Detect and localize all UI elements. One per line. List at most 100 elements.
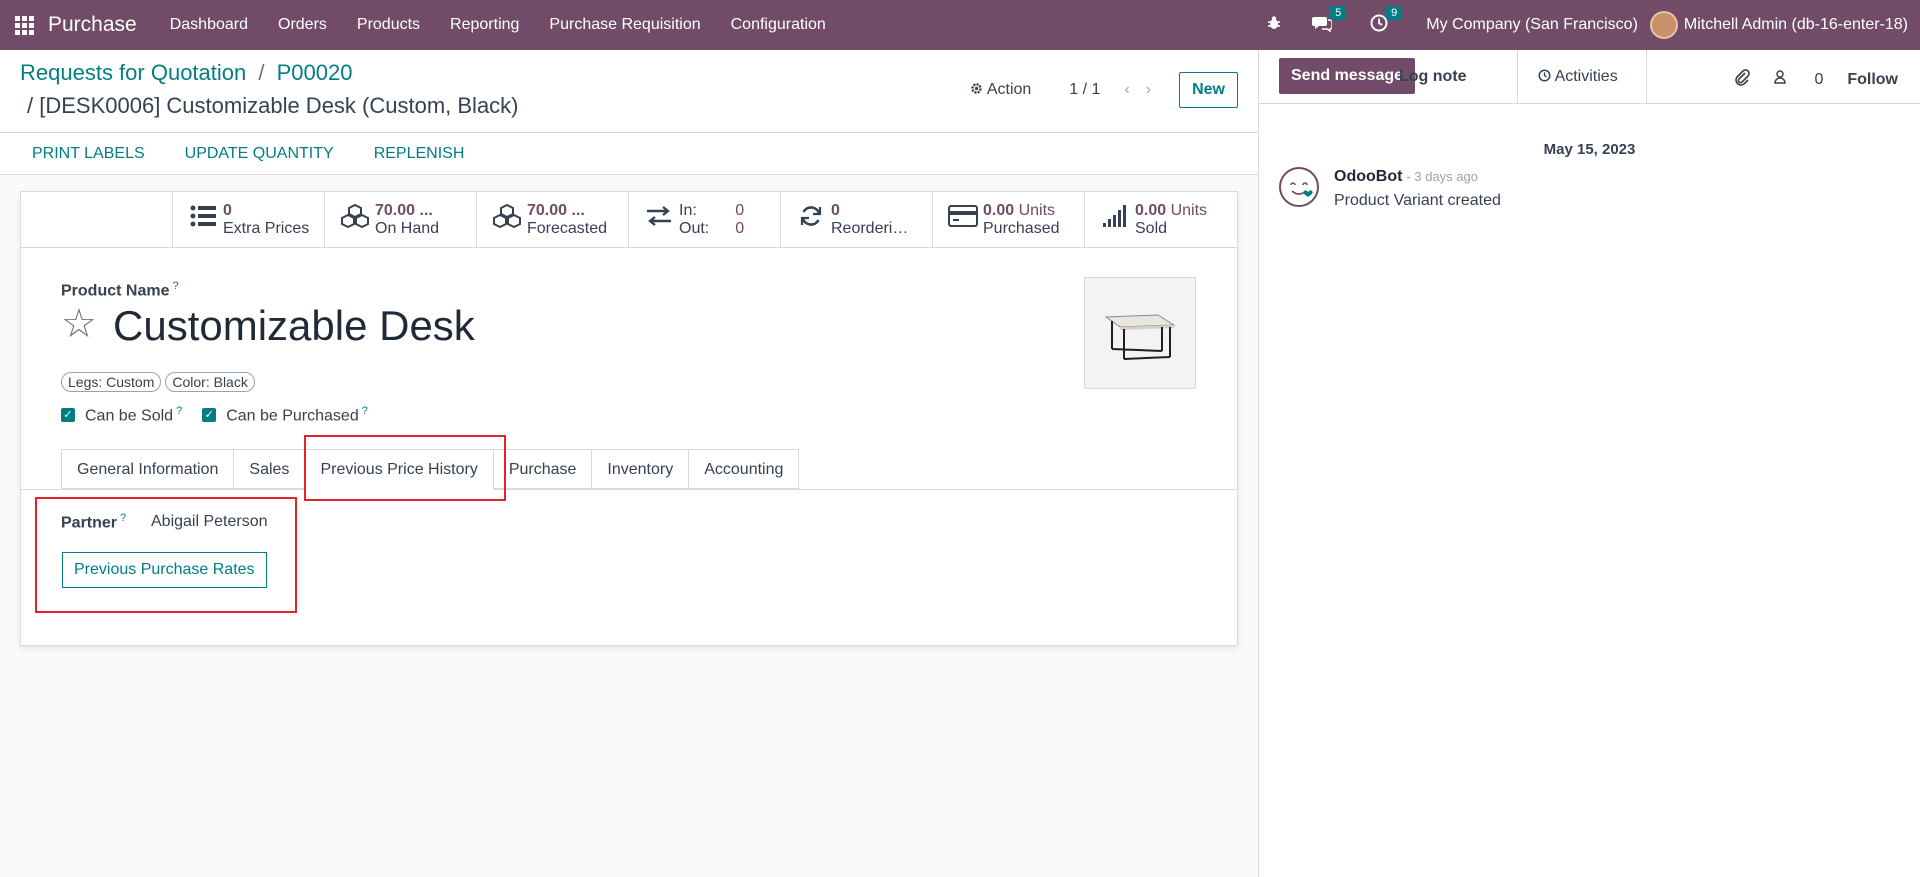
tab-inventory[interactable]: Inventory: [591, 449, 689, 489]
apps-menu-icon[interactable]: [0, 0, 48, 50]
menu-reporting[interactable]: Reporting: [435, 0, 534, 50]
menu-orders[interactable]: Orders: [263, 0, 342, 50]
tab-accounting[interactable]: Accounting: [688, 449, 800, 489]
refresh-icon: [795, 204, 827, 235]
send-message-button[interactable]: Send message: [1279, 58, 1416, 94]
can-be-sold-label: Can be Sold?: [85, 405, 183, 425]
debug-bug-icon[interactable]: [1266, 15, 1282, 36]
pager-previous-icon[interactable]: ‹: [1124, 81, 1129, 99]
breadcrumb-current: / [DESK0006] Customizable Desk (Custom, …: [27, 93, 519, 118]
messages-badge: 5: [1330, 5, 1347, 20]
sold-smart-button[interactable]: 0.00 Units Sold: [1085, 192, 1237, 247]
menu-purchase-requisition[interactable]: Purchase Requisition: [534, 0, 715, 50]
follow-button[interactable]: Follow: [1847, 71, 1898, 89]
highlight-tab-box: [304, 435, 506, 501]
user-name: Mitchell Admin (db-16-enter-18): [1683, 16, 1908, 33]
log-note-button[interactable]: Log note: [1399, 68, 1467, 86]
clock-icon: [1538, 69, 1551, 82]
breadcrumb: Requests for Quotation / P00020: [20, 60, 352, 86]
purchased-label: Purchased: [983, 219, 1060, 237]
sold-unit: Units: [1170, 201, 1208, 219]
can-be-purchased-checkbox[interactable]: ✓: [202, 408, 217, 423]
chatter-panel: Send message Log note Activities 0 Follo…: [1258, 50, 1920, 877]
menu-configuration[interactable]: Configuration: [716, 0, 841, 50]
out-label: Out:: [679, 219, 710, 237]
signal-icon: [1099, 205, 1131, 234]
out-value: 0: [735, 219, 745, 237]
print-labels-button[interactable]: PRINT LABELS: [32, 145, 145, 163]
cubes-icon: [339, 203, 371, 235]
activities-clock-icon[interactable]: 9: [1370, 5, 1403, 37]
extra-prices-label: Extra Prices: [223, 219, 310, 237]
tag-legs: Legs: Custom: [61, 372, 162, 392]
product-image[interactable]: [1084, 277, 1196, 389]
breadcrumb-order[interactable]: P00020: [277, 60, 353, 85]
activities-button[interactable]: Activities: [1517, 50, 1647, 104]
product-name-field[interactable]: Customizable Desk: [113, 302, 475, 350]
sold-label: Sold: [1135, 219, 1168, 237]
breadcrumb-separator: /: [258, 60, 265, 85]
smart-buttons: 0 Extra Prices 70.00 ... On Hand 70.00 ...…: [21, 192, 1237, 248]
sold-value: 0.00: [1135, 201, 1167, 219]
followers-count: 0: [1814, 71, 1824, 88]
action-label: Action: [986, 81, 1032, 98]
highlight-partner-box: [35, 497, 297, 613]
action-menu-button[interactable]: Action: [970, 81, 1031, 99]
on-hand-label: On Hand: [375, 219, 440, 237]
can-be-purchased-label: Can be Purchased?: [226, 405, 368, 425]
message-body: Product Variant created: [1334, 192, 1501, 209]
tab-sales[interactable]: Sales: [233, 449, 305, 489]
exchange-icon: [643, 205, 675, 234]
tab-general-information[interactable]: General Information: [61, 449, 234, 489]
message-author[interactable]: OdooBot - 3 days ago: [1334, 168, 1478, 186]
on-hand-smart-button[interactable]: 70.00 ... On Hand: [325, 192, 477, 247]
can-be-sold-checkbox[interactable]: ✓: [61, 408, 75, 423]
purchased-value: 0.00: [983, 201, 1015, 219]
user-icon: [1774, 70, 1786, 84]
replenish-button[interactable]: REPLENISH: [374, 145, 465, 163]
update-quantity-button[interactable]: UPDATE QUANTITY: [185, 145, 334, 163]
help-tooltip-icon[interactable]: ?: [176, 405, 182, 417]
pager-next-icon[interactable]: ›: [1146, 81, 1151, 99]
list-icon: [187, 205, 219, 234]
form-button-bar: PRINT LABELS UPDATE QUANTITY REPLENISH: [0, 133, 1258, 175]
forecasted-value: 70.00 ...: [527, 201, 585, 219]
tab-purchase[interactable]: Purchase: [492, 449, 592, 489]
gear-icon: [971, 83, 983, 94]
purchased-unit: Units: [1018, 201, 1056, 219]
reordering-label: Reorderi…: [831, 219, 909, 237]
activities-badge: 9: [1386, 5, 1403, 20]
odoobot-avatar: [1279, 167, 1319, 207]
menu-dashboard[interactable]: Dashboard: [155, 0, 263, 50]
forecasted-smart-button[interactable]: 70.00 ... Forecasted: [477, 192, 629, 247]
in-out-smart-button[interactable]: In: 0 Out: 0: [629, 192, 781, 247]
new-button[interactable]: New: [1179, 72, 1238, 108]
company-switcher[interactable]: My Company (San Francisco): [1426, 16, 1638, 34]
reordering-value: 0: [831, 201, 840, 219]
user-avatar: [1649, 11, 1678, 39]
on-hand-value: 70.00 ...: [375, 201, 433, 219]
extra-prices-value: 0: [223, 201, 232, 219]
favorite-star-icon[interactable]: ☆: [61, 304, 97, 344]
reordering-smart-button[interactable]: 0 Reorderi…: [781, 192, 933, 247]
breadcrumb-rfq[interactable]: Requests for Quotation: [20, 60, 246, 85]
app-name[interactable]: Purchase: [48, 13, 137, 37]
in-label: In:: [679, 201, 697, 219]
pager-value[interactable]: 1 / 1: [1069, 81, 1100, 99]
user-menu[interactable]: Mitchell Admin (db-16-enter-18): [1649, 11, 1908, 39]
in-value: 0: [735, 201, 745, 219]
product-name-label: Product Name?: [61, 280, 179, 300]
followers-button[interactable]: 0: [1774, 70, 1823, 89]
extra-prices-smart-button[interactable]: 0 Extra Prices: [173, 192, 325, 247]
purchased-smart-button[interactable]: 0.00 Units Purchased: [933, 192, 1085, 247]
help-tooltip-icon[interactable]: ?: [362, 405, 368, 417]
credit-card-icon: [947, 205, 979, 234]
attachment-paperclip-icon[interactable]: [1734, 68, 1750, 91]
help-tooltip-icon[interactable]: ?: [172, 280, 178, 292]
forecasted-label: Forecasted: [527, 219, 608, 237]
menu-products[interactable]: Products: [342, 0, 435, 50]
messages-icon[interactable]: 5: [1312, 5, 1347, 37]
date-separator: May 15, 2023: [1543, 141, 1636, 158]
control-panel: Requests for Quotation / P00020 / [DESK0…: [0, 50, 1258, 133]
tag-color: Color: Black: [165, 372, 255, 392]
